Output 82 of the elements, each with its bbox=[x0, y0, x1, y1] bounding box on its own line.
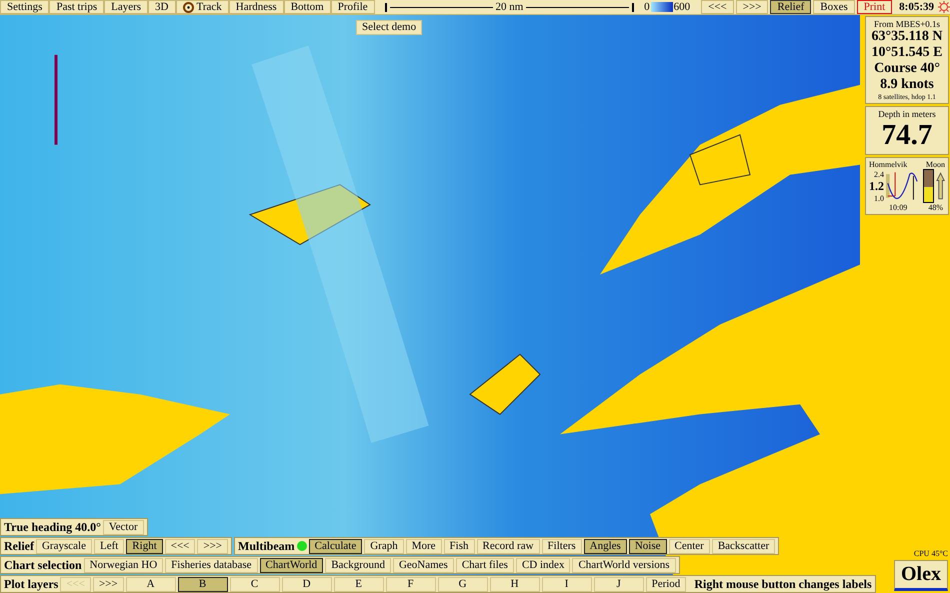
toolbar-button[interactable]: Record raw bbox=[476, 538, 540, 554]
bar-title: Plot layers bbox=[4, 576, 58, 592]
tide-min: 1.0 bbox=[874, 194, 884, 202]
depth-value: 74.7 bbox=[882, 119, 932, 152]
tide-time: 10:09 bbox=[889, 203, 908, 212]
select-demo-button[interactable]: Select demo bbox=[356, 20, 422, 34]
nav-button[interactable]: >>> bbox=[736, 0, 768, 14]
bar-title: True heading 40.0° bbox=[4, 520, 101, 534]
scale-tick-icon bbox=[384, 2, 387, 12]
toolbar-button[interactable]: Background bbox=[325, 558, 391, 572]
tide-max: 2.4 bbox=[874, 170, 884, 178]
toolbar-button[interactable]: C bbox=[230, 576, 280, 592]
toolbar-button[interactable]: >>> bbox=[92, 576, 124, 592]
bar-title: Chart selection bbox=[4, 558, 82, 572]
toolbar-button[interactable]: Fish bbox=[444, 538, 475, 554]
tide-current: 1.2 bbox=[869, 178, 884, 194]
depth-scale-min: 0 bbox=[644, 1, 650, 13]
toolbar-button[interactable]: Settings bbox=[0, 0, 50, 14]
toolbar-button[interactable]: ChartWorld bbox=[260, 558, 324, 572]
up-arrow-icon bbox=[936, 171, 945, 201]
toolbar-button[interactable]: Hardness bbox=[228, 0, 284, 14]
nav-button[interactable]: <<< bbox=[701, 0, 734, 14]
toolbar-button[interactable]: 3D bbox=[148, 0, 176, 14]
olex-logo: Olex bbox=[894, 560, 948, 591]
toolbar-button[interactable]: Left bbox=[94, 538, 124, 554]
course: Course 40° bbox=[874, 61, 940, 77]
toolbar-button[interactable]: Grayscale bbox=[36, 538, 92, 554]
toolbar-button[interactable]: Angles bbox=[584, 538, 627, 554]
depth-label: Depth in meters bbox=[878, 109, 936, 119]
toolbar-button[interactable]: CD index bbox=[516, 558, 570, 572]
toolbar-button[interactable]: GeoNames bbox=[392, 558, 454, 572]
sun-icon bbox=[938, 1, 950, 13]
target-icon bbox=[182, 2, 194, 12]
toolbar-button[interactable]: J bbox=[594, 576, 644, 592]
toolbar-button[interactable]: More bbox=[406, 538, 442, 554]
moon-label: Moon bbox=[926, 160, 945, 169]
clock-time: 8:05:39 bbox=[899, 1, 934, 13]
scale-tick-icon bbox=[632, 2, 634, 12]
hint-text: Right mouse button changes labels bbox=[694, 576, 872, 592]
toolbar-button[interactable]: Center bbox=[668, 538, 710, 554]
toolbar-button[interactable]: Fisheries database bbox=[165, 558, 258, 572]
longitude: 10°51.545 E bbox=[872, 45, 942, 61]
toolbar-button[interactable]: Profile bbox=[330, 0, 375, 14]
toolbar-button[interactable]: H bbox=[490, 576, 540, 592]
toolbar-button[interactable]: Right bbox=[126, 538, 163, 554]
toolbar-button[interactable]: Period bbox=[646, 576, 686, 592]
toolbar-button[interactable]: F bbox=[386, 576, 436, 592]
position-source: From MBES+0.1s bbox=[874, 19, 940, 29]
toolbar-button[interactable]: I bbox=[542, 576, 592, 592]
toolbar-button[interactable]: Bottom bbox=[284, 0, 331, 14]
toolbar-button[interactable]: Filters bbox=[542, 538, 582, 554]
toolbar-button[interactable]: Past trips bbox=[49, 0, 104, 14]
moon-percent: 48% bbox=[928, 203, 943, 212]
cpu-temperature: CPU 45°C bbox=[914, 549, 948, 558]
depth-scale-max: 600 bbox=[674, 1, 690, 13]
toolbar-button[interactable]: Track bbox=[176, 0, 229, 14]
toolbar-button[interactable]: Graph bbox=[364, 538, 404, 554]
toolbar-button[interactable]: Norwegian HO bbox=[84, 558, 164, 572]
toggle-button[interactable]: Print bbox=[856, 0, 892, 14]
speed: 8.9 knots bbox=[880, 77, 934, 93]
toolbar-button[interactable]: Backscatter bbox=[712, 538, 776, 554]
toolbar-button[interactable]: Noise bbox=[628, 538, 666, 554]
toggle-button[interactable]: Boxes bbox=[813, 0, 855, 14]
toolbar-button[interactable]: Vector bbox=[102, 520, 144, 534]
toolbar-button[interactable]: A bbox=[126, 576, 176, 592]
toolbar-button[interactable]: <<< bbox=[164, 538, 196, 554]
bar-title: Multibeam bbox=[238, 538, 295, 554]
toolbar-button[interactable]: Chart files bbox=[456, 558, 514, 572]
toolbar-button[interactable]: E bbox=[334, 576, 384, 592]
toolbar-button[interactable]: G bbox=[438, 576, 488, 592]
bar-title: Relief bbox=[4, 538, 34, 554]
toolbar-button[interactable]: D bbox=[282, 576, 332, 592]
toggle-button[interactable]: Relief bbox=[770, 0, 812, 14]
latitude: 63°35.118 N bbox=[872, 29, 942, 45]
toolbar-button[interactable]: Calculate bbox=[308, 538, 362, 554]
scale-label: 20 nm bbox=[496, 1, 524, 13]
tide-place: Hommelvik bbox=[869, 160, 908, 169]
toolbar-button[interactable]: >>> bbox=[197, 538, 228, 554]
depth-color-scale-icon bbox=[650, 2, 673, 12]
toolbar-button[interactable]: Layers bbox=[104, 0, 148, 14]
toolbar-button[interactable]: B bbox=[178, 576, 228, 592]
toolbar-button[interactable]: ChartWorld versions bbox=[572, 558, 676, 572]
